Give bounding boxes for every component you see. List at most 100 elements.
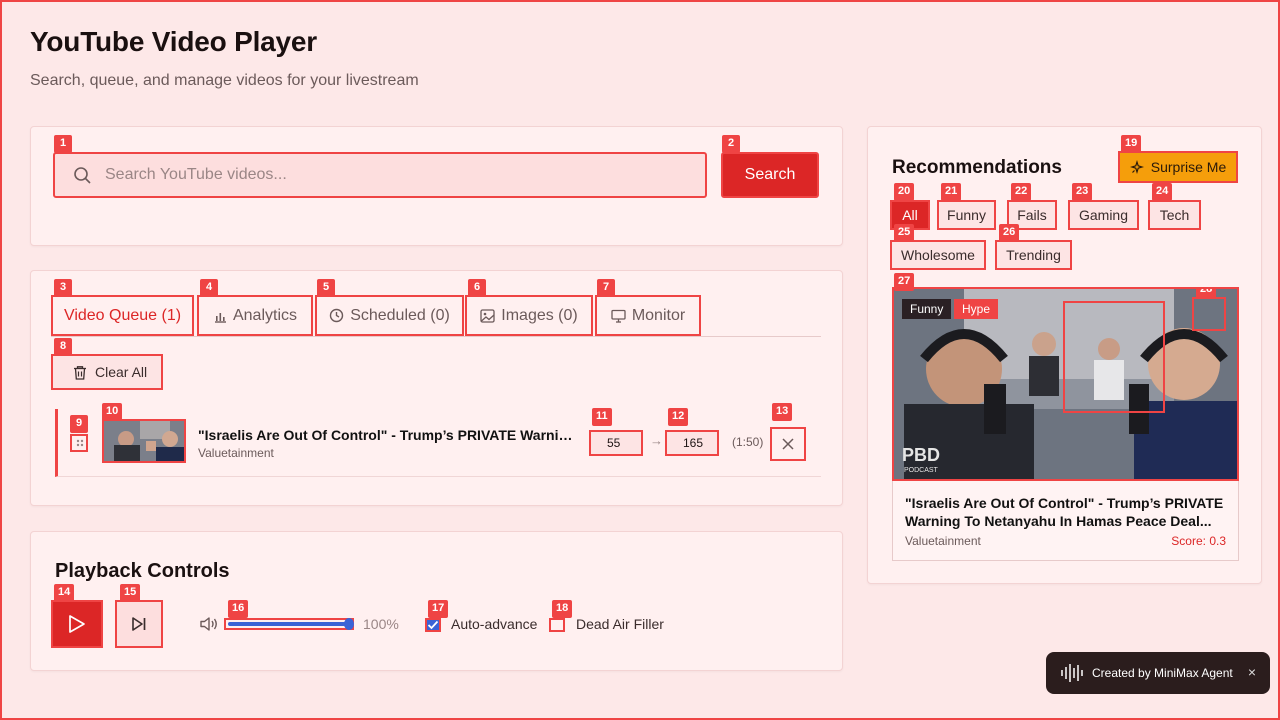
search-button[interactable]: Search: [721, 152, 819, 198]
auto-advance-checkbox[interactable]: [425, 618, 441, 632]
start-time-input[interactable]: 55: [589, 430, 643, 456]
remove-item-button[interactable]: [770, 427, 806, 461]
marker-25: 25: [894, 224, 915, 242]
tag-funny: Funny: [902, 299, 952, 319]
marker-28: 28: [1196, 289, 1217, 299]
minimax-toast: Created by MiniMax Agent ×: [1046, 652, 1270, 694]
marker-26: 26: [999, 224, 1020, 242]
volume-fill: [228, 622, 350, 626]
marker-7: 7: [597, 279, 615, 297]
marker-1: 1: [54, 135, 72, 153]
tab-images[interactable]: Images (0): [465, 295, 593, 336]
tab-images-label: Images (0): [501, 306, 578, 324]
queue-item-channel: Valuetainment: [198, 446, 274, 460]
marker-10: 10: [102, 403, 123, 421]
recommendation-score: Score: 0.3: [1171, 534, 1226, 548]
play-icon: [69, 615, 85, 633]
toast-label: Created by MiniMax Agent: [1092, 666, 1233, 680]
auto-advance-label: Auto-advance: [451, 616, 538, 632]
marker-21: 21: [941, 183, 962, 201]
tab-scheduled[interactable]: Scheduled (0): [315, 295, 464, 336]
volume-slider[interactable]: [224, 618, 354, 630]
recommendations-title: Recommendations: [892, 157, 1062, 178]
waveform-icon: [1061, 664, 1083, 682]
checkmark-icon: [427, 620, 439, 630]
recommendation-thumbnail[interactable]: Funny Hype PBD PODCAST 28: [892, 287, 1239, 481]
filter-chip-tech[interactable]: Tech: [1148, 200, 1201, 230]
surprise-me-button[interactable]: Surprise Me: [1118, 151, 1238, 183]
marker-4: 4: [200, 279, 218, 297]
marker-6: 6: [468, 279, 486, 297]
volume-handle[interactable]: [344, 618, 354, 630]
queue-item-title: "Israelis Are Out Of Control" - Trump’s …: [198, 427, 578, 443]
image-icon: [480, 308, 495, 323]
pbd-logo: PBD: [902, 445, 941, 465]
close-icon: [782, 438, 794, 450]
tag-hype: Hype: [954, 299, 999, 319]
filter-chip-funny[interactable]: Funny: [937, 200, 996, 230]
marker-14: 14: [54, 584, 75, 602]
clock-icon: [329, 308, 344, 323]
filter-chip-wholesome[interactable]: Wholesome: [890, 240, 986, 270]
tab-monitor[interactable]: Monitor: [595, 295, 701, 336]
recommendation-title: "Israelis Are Out Of Control" - Trump’s …: [905, 495, 1224, 529]
search-icon: [74, 167, 91, 184]
clear-all-label: Clear All: [95, 364, 148, 380]
queue-thumbnail: [102, 419, 186, 463]
drag-handle-icon[interactable]: [70, 434, 88, 452]
tab-divider: [51, 336, 821, 337]
tab-analytics-label: Analytics: [232, 306, 298, 324]
volume-icon: [200, 617, 217, 631]
search-input[interactable]: [105, 154, 695, 196]
marker-13: 13: [772, 403, 793, 421]
filter-chip-trending[interactable]: Trending: [995, 240, 1072, 270]
queue-item[interactable]: 9 10 "Israelis Are Out Of Control" - Tru…: [55, 403, 821, 477]
surprise-me-label: Surprise Me: [1150, 159, 1227, 175]
sparkle-icon: [1129, 159, 1144, 174]
search-field[interactable]: [53, 152, 707, 198]
clear-all-button[interactable]: Clear All: [51, 354, 163, 390]
skip-forward-icon: [132, 617, 146, 631]
marker-17: 17: [428, 600, 449, 618]
tab-video-queue[interactable]: Video Queue (1): [51, 295, 194, 336]
tab-video-queue-label: Video Queue (1): [63, 306, 182, 324]
marker-18: 18: [552, 600, 573, 618]
marker-23: 23: [1072, 183, 1093, 201]
marker-22: 22: [1011, 183, 1032, 201]
bar-chart-icon: [214, 312, 226, 323]
queue-item-duration: (1:50): [732, 435, 764, 449]
marker-15: 15: [120, 584, 141, 602]
tab-monitor-label: Monitor: [631, 306, 686, 324]
toast-close-button[interactable]: ×: [1248, 664, 1256, 680]
playback-card: Playback Controls 14 15 16 100% 17 Auto-…: [30, 531, 843, 671]
marker-12: 12: [668, 408, 689, 426]
marker-24: 24: [1152, 183, 1173, 201]
dead-air-label: Dead Air Filler: [576, 616, 664, 632]
page-title: YouTube Video Player: [30, 26, 317, 57]
page-header: YouTube Video Player Search, queue, and …: [30, 26, 419, 90]
dead-air-checkbox[interactable]: [549, 618, 565, 632]
marker-11: 11: [592, 408, 612, 426]
page-subtitle: Search, queue, and manage videos for you…: [30, 72, 419, 89]
recommendation-card[interactable]: Funny Hype PBD PODCAST 28 "Israelis Are …: [892, 287, 1239, 561]
trash-icon: [74, 365, 86, 380]
marker-8: 8: [54, 338, 72, 356]
marker-3: 3: [54, 279, 72, 297]
monitor-icon: [611, 309, 626, 323]
recommendation-channel: Valuetainment: [905, 534, 981, 548]
marker-20: 20: [894, 183, 915, 201]
marker-5: 5: [317, 279, 335, 297]
marker-2: 2: [722, 135, 740, 153]
filter-chip-gaming[interactable]: Gaming: [1068, 200, 1139, 230]
marker-9: 9: [70, 415, 88, 433]
end-time-input[interactable]: 165: [665, 430, 719, 456]
skip-next-button[interactable]: [115, 600, 163, 648]
recommendations-card: Recommendations 19 Surprise Me 20 All 21…: [867, 126, 1262, 584]
tab-analytics[interactable]: Analytics: [197, 295, 313, 336]
marker-27: 27: [894, 273, 915, 291]
queue-card: 3 Video Queue (1) 4 Analytics 5 Schedule…: [30, 270, 843, 506]
search-card: 1 2 Search: [30, 126, 843, 246]
pbd-logo-sub: PODCAST: [904, 467, 938, 474]
play-button[interactable]: [51, 600, 103, 648]
expand-button[interactable]: [1192, 297, 1226, 331]
